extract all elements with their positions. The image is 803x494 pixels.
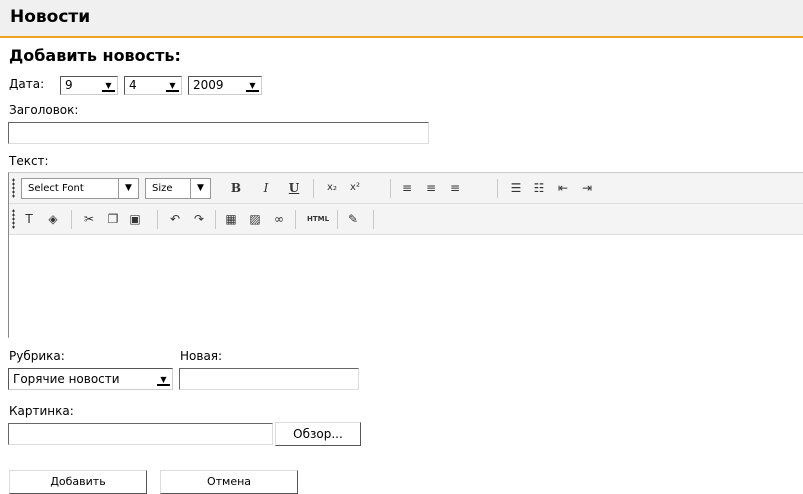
browse-button[interactable]: Обзор... [275,422,361,446]
month-value: 4 [129,78,137,92]
chevron-down-icon: ▼ [246,79,259,92]
chevron-down-icon: ▼ [157,373,170,386]
year-select[interactable]: 2009 ▼ [188,76,262,95]
table-icon[interactable]: ▦ [223,211,239,227]
month-select[interactable]: 4 ▼ [124,76,182,95]
size-select[interactable]: Size ▼ [145,178,211,199]
form-heading: Добавить новость: [9,46,181,65]
chevron-down-icon: ▼ [118,179,138,198]
day-value: 9 [65,78,73,92]
underline-button[interactable]: U [286,180,302,196]
date-label: Дата: [9,77,45,91]
cancel-button[interactable]: Отмена [160,470,298,494]
toolbar-separator [373,210,374,229]
rich-text-editor[interactable]: Select Font ▼ Size ▼ B I U x₂ x² ≡ ≡ ≡ ☰… [8,172,803,338]
category-label: Рубрика: [9,349,65,363]
cut-icon[interactable]: ✂ [81,211,97,227]
page-title: Новости [10,7,91,27]
toolbar-separator [497,179,498,198]
editor-body[interactable] [9,236,803,338]
chevron-down-icon: ▼ [102,79,115,92]
toolbar-separator [295,210,296,229]
image-icon[interactable]: ▨ [247,211,263,227]
redo-icon[interactable]: ↷ [191,211,207,227]
toolbar-grip-icon[interactable] [12,178,15,198]
text-color-icon[interactable]: T [21,211,37,227]
outdent-icon[interactable]: ⇤ [555,180,571,196]
toolbar-separator [390,179,391,198]
editor-toolbar-row-1: Select Font ▼ Size ▼ B I U x₂ x² ≡ ≡ ≡ ☰… [9,173,803,204]
numbered-list-icon[interactable]: ☷ [531,180,547,196]
toolbar-grip-icon[interactable] [12,209,15,229]
undo-icon[interactable]: ↶ [167,211,183,227]
toolbar-separator [71,210,72,229]
subscript-icon[interactable]: x₂ [324,180,340,196]
title-label: Заголовок: [9,103,79,117]
day-select[interactable]: 9 ▼ [60,76,118,95]
html-mode-button[interactable]: HTML [303,211,333,227]
italic-button[interactable]: I [258,180,274,196]
align-left-icon[interactable]: ≡ [399,180,415,196]
year-value: 2009 [193,78,224,92]
clean-format-icon[interactable]: ✎ [345,211,361,227]
image-file-input[interactable] [8,423,273,445]
toolbar-separator [337,210,338,229]
title-input[interactable] [8,122,429,144]
link-icon[interactable]: ∞ [271,211,287,227]
editor-toolbar-row-2: T ◈ ✂ ❐ ▣ ↶ ↷ ▦ ▨ ∞ HTML ✎ [9,204,803,235]
toolbar-separator [157,210,158,229]
superscript-icon[interactable]: x² [347,180,363,196]
size-select-label: Size [152,183,173,194]
header-bar: Новости [0,0,803,38]
new-category-input[interactable] [179,368,359,390]
text-label: Текст: [9,154,49,168]
paste-icon[interactable]: ▣ [127,211,143,227]
chevron-down-icon: ▼ [190,179,210,198]
indent-icon[interactable]: ⇥ [579,180,595,196]
chevron-down-icon: ▼ [166,79,179,92]
bullet-list-icon[interactable]: ☰ [508,180,524,196]
image-label: Картинка: [9,404,74,418]
category-select[interactable]: Горячие новости ▼ [8,368,173,390]
font-select[interactable]: Select Font ▼ [21,178,139,199]
toolbar-separator [215,210,216,229]
new-category-label: Новая: [180,349,223,363]
background-color-icon[interactable]: ◈ [45,211,61,227]
align-right-icon[interactable]: ≡ [447,180,463,196]
submit-button[interactable]: Добавить [9,470,147,494]
category-value: Горячие новости [13,372,120,386]
font-select-label: Select Font [28,183,84,194]
align-center-icon[interactable]: ≡ [423,180,439,196]
bold-button[interactable]: B [228,180,244,196]
toolbar-separator [313,179,314,198]
copy-icon[interactable]: ❐ [105,211,121,227]
